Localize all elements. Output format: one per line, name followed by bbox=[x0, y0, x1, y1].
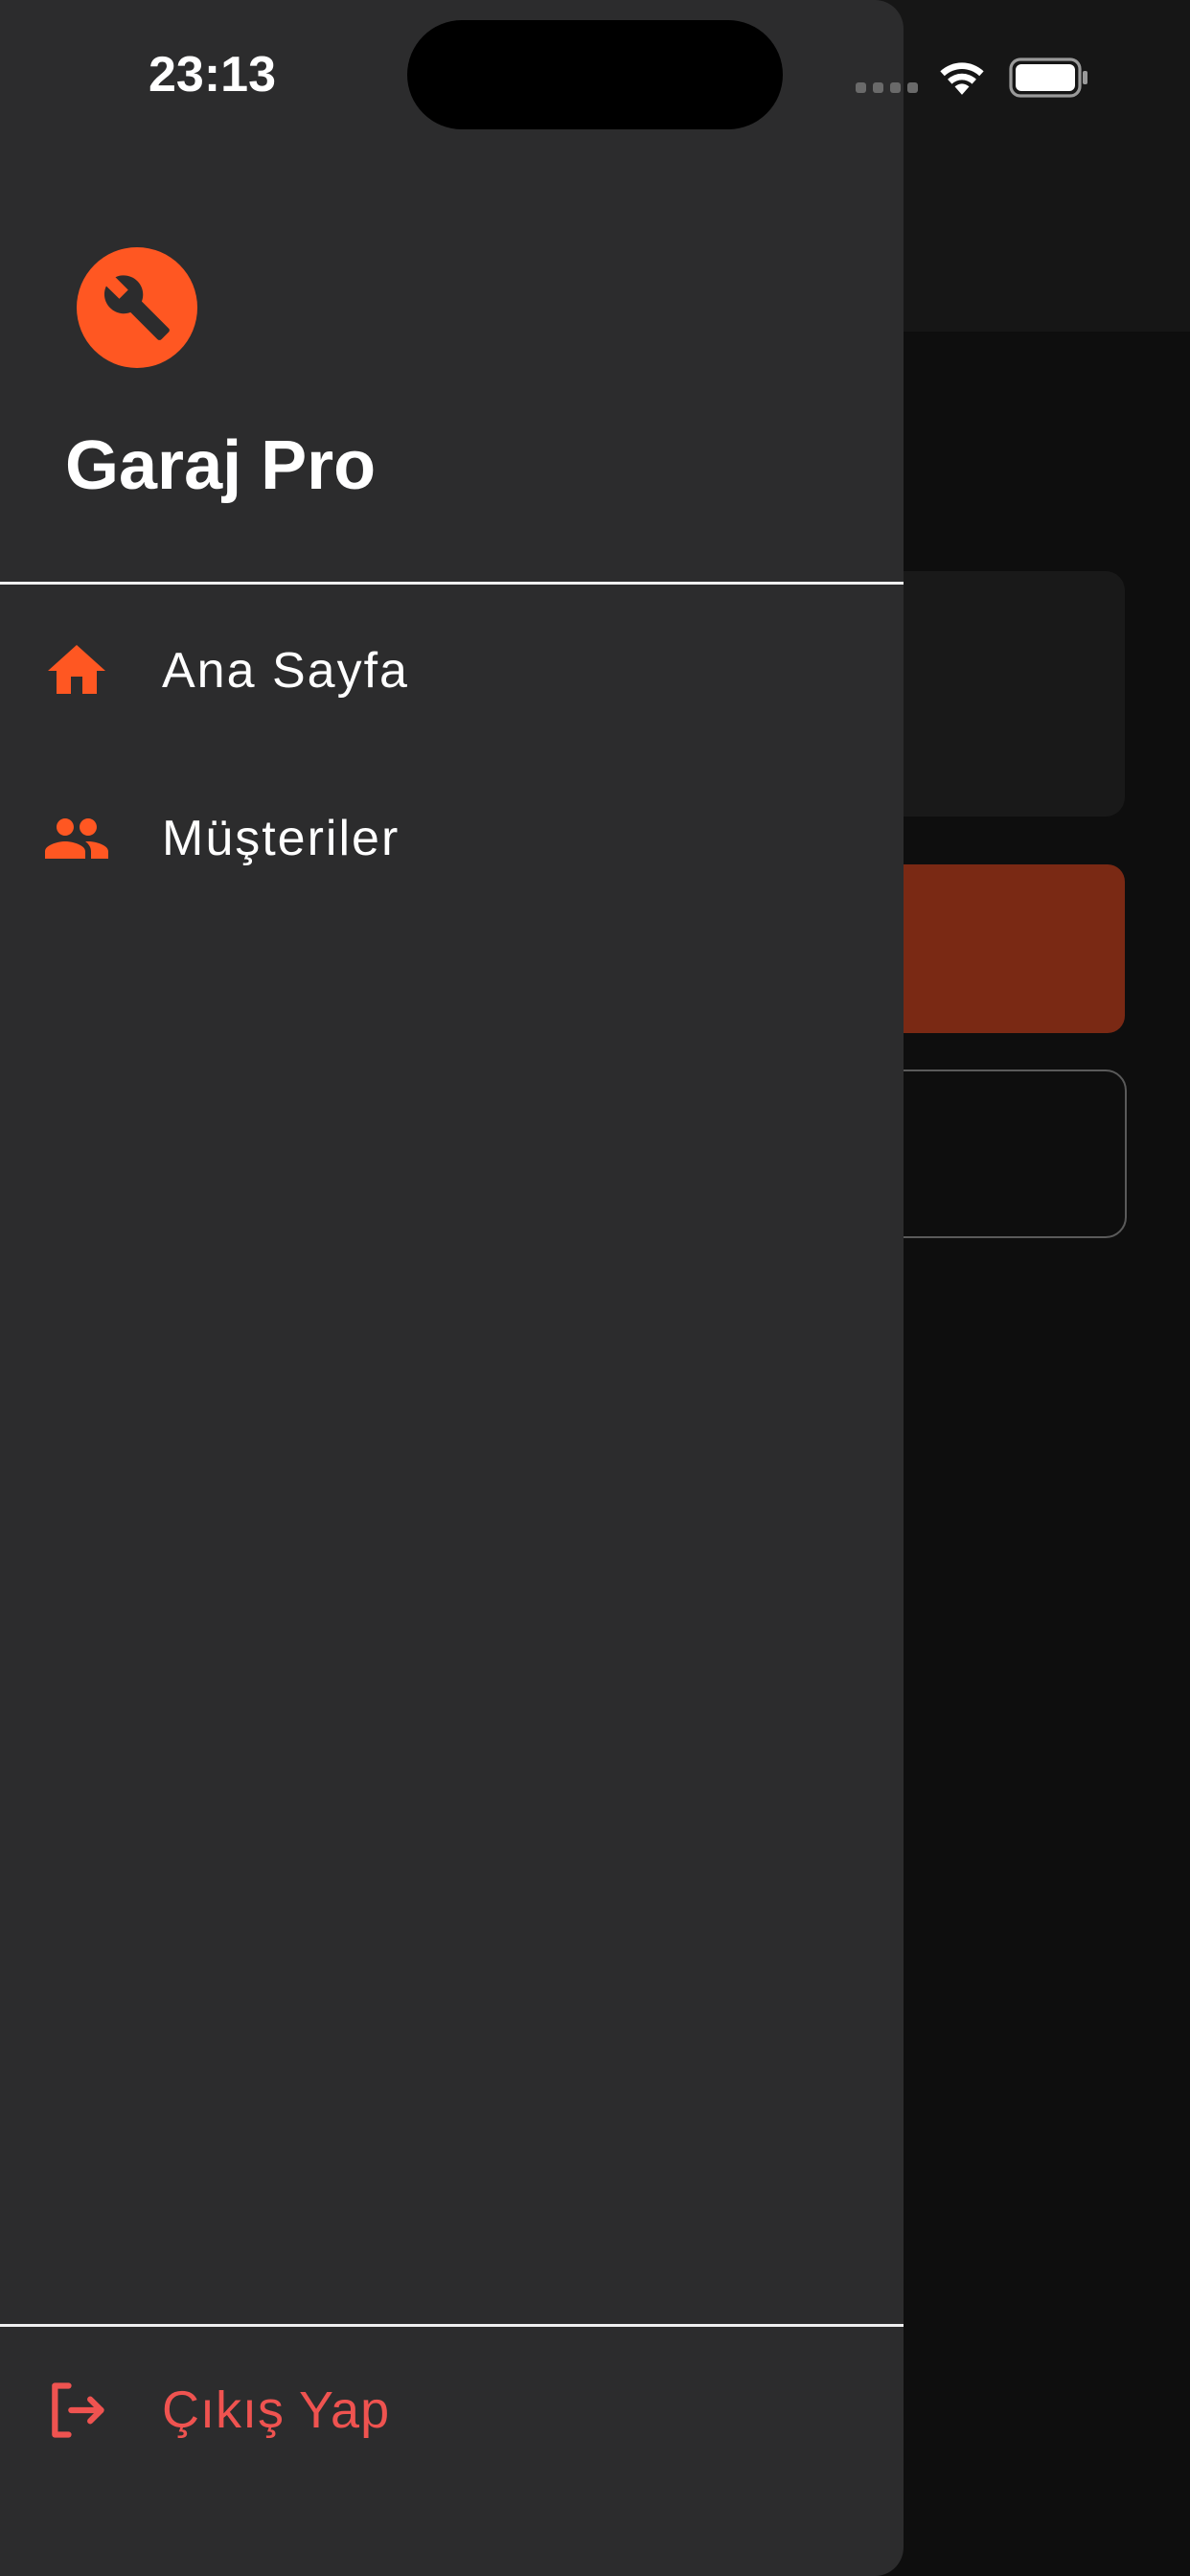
status-time: 23:13 bbox=[149, 47, 276, 103]
app-title: Garaj Pro bbox=[65, 427, 377, 504]
footer-divider bbox=[0, 2324, 904, 2327]
cellular-signal-icon bbox=[856, 82, 918, 93]
header-divider bbox=[0, 582, 904, 585]
battery-icon bbox=[1009, 58, 1087, 98]
app-logo bbox=[77, 247, 197, 368]
wrench-icon bbox=[103, 275, 170, 340]
people-icon bbox=[42, 804, 111, 873]
logout-label: Çıkış Yap bbox=[162, 2381, 391, 2439]
logout-button[interactable]: Çıkış Yap bbox=[0, 2331, 904, 2494]
menu-item-label: Ana Sayfa bbox=[162, 643, 409, 699]
wifi-icon bbox=[940, 62, 984, 95]
home-icon bbox=[42, 636, 111, 705]
navigation-drawer: Garaj Pro Ana Sayfa Müşteriler Çıkış Yap bbox=[0, 0, 904, 2576]
menu-item-customers[interactable]: Müşteriler bbox=[0, 757, 904, 920]
menu-item-home[interactable]: Ana Sayfa bbox=[0, 589, 904, 752]
status-bar: 23:13 bbox=[0, 0, 1190, 153]
logout-icon bbox=[42, 2376, 111, 2445]
screen: Garaj Pro Ana Sayfa Müşteriler Çıkış Yap… bbox=[0, 0, 1190, 2576]
dynamic-island bbox=[407, 20, 783, 129]
menu-item-label: Müşteriler bbox=[162, 811, 400, 866]
